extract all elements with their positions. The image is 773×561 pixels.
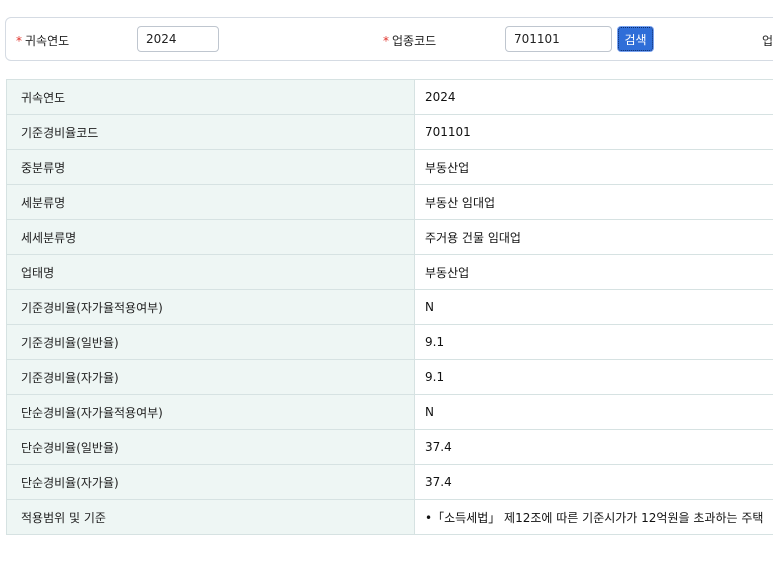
clipped-label: 업 [762,34,773,48]
row-label: 귀속연도 [6,79,415,115]
table-row: 업태명 부동산업 [6,254,773,290]
row-label: 단순경비율(자가율적용여부) [6,394,415,430]
row-value: 2024 [414,79,773,115]
row-label: 단순경비율(일반율) [6,429,415,465]
row-label: 중분류명 [6,149,415,185]
row-value: 주거용 건물 임대업 [414,219,773,255]
row-label: 적용범위 및 기준 [6,499,415,535]
table-row: 단순경비율(일반율) 37.4 [6,429,773,465]
row-value: 701101 [414,114,773,150]
row-value: 37.4 [414,464,773,500]
row-label: 기준경비율(자가율적용여부) [6,289,415,325]
required-mark: * [383,34,389,48]
search-bar: *귀속연도 *업종코드 검색 업 [5,17,773,61]
row-label: 기준경비율코드 [6,114,415,150]
table-row: 적용범위 및 기준 •「소득세법」 제12조에 따른 기준시가가 12억원을 초과… [6,499,773,535]
row-value: 9.1 [414,359,773,395]
table-row: 기준경비율(자가율) 9.1 [6,359,773,395]
row-label: 세세분류명 [6,219,415,255]
row-label: 기준경비율(일반율) [6,324,415,360]
table-row: 기준경비율(자가율적용여부) N [6,289,773,325]
detail-table: 귀속연도 2024 기준경비율코드 701101 중분류명 부동산업 세분류명 부동산 임대업… [6,79,773,535]
row-value: 부동산 임대업 [414,184,773,220]
table-row: 중분류명 부동산업 [6,149,773,185]
row-value: 9.1 [414,324,773,360]
code-label: * 업종코드 [383,34,437,48]
table-row: 귀속연도 2024 [6,79,773,115]
row-label: 업태명 [6,254,415,290]
row-value: N [414,394,773,430]
row-label: 기준경비율(자가율) [6,359,415,395]
code-input[interactable] [505,26,612,52]
row-value: 부동산업 [414,149,773,185]
table-row: 기준경비율코드 701101 [6,114,773,150]
row-value: 37.4 [414,429,773,465]
row-label: 단순경비율(자가율) [6,464,415,500]
required-mark: * [16,34,22,48]
year-label: * 귀속연도 [16,34,70,48]
search-button[interactable]: 검색 [618,27,653,51]
row-value: N [414,289,773,325]
table-row: 세세분류명 주거용 건물 임대업 [6,219,773,255]
table-row: 단순경비율(자가율) 37.4 [6,464,773,500]
year-input[interactable] [137,26,219,52]
table-row: 단순경비율(자가율적용여부) N [6,394,773,430]
row-value: •「소득세법」 제12조에 따른 기준시가가 12억원을 초과하는 주택 [414,499,773,535]
table-row: 기준경비율(일반율) 9.1 [6,324,773,360]
row-value: 부동산업 [414,254,773,290]
row-label: 세분류명 [6,184,415,220]
table-row: 세분류명 부동산 임대업 [6,184,773,220]
